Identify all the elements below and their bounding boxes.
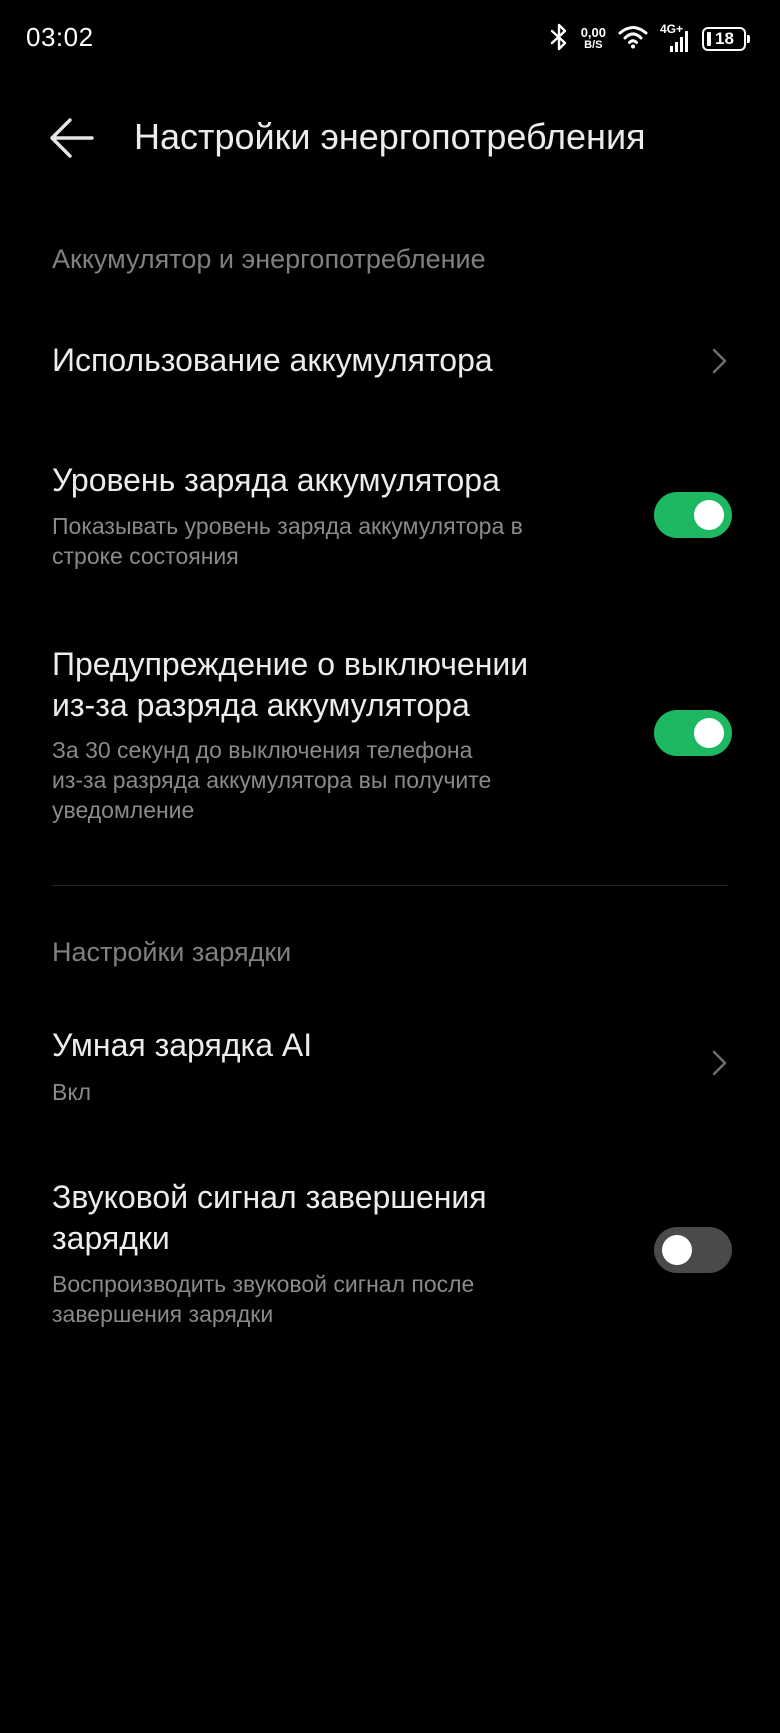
status-bar: 03:02 0,00 B/S 4G+ 18 xyxy=(0,0,780,80)
cellular-signal-icon: 4G+ xyxy=(660,22,690,54)
low-battery-warning-toggle[interactable] xyxy=(654,710,732,756)
charging-complete-sound-toggle[interactable] xyxy=(654,1227,732,1273)
battery-level-subtitle-line2: строке состояния xyxy=(52,543,239,569)
toggle-knob xyxy=(694,718,724,748)
toggle-knob xyxy=(694,500,724,530)
low-battery-warning-subtitle-line1: За 30 секунд до выключения телефона xyxy=(52,737,473,763)
network-speed-unit: B/S xyxy=(584,39,603,51)
network-speed-value: 0,00 xyxy=(580,25,606,40)
network-speed: 0,00 B/S xyxy=(581,26,606,52)
wifi-icon xyxy=(618,25,648,54)
smart-charging-title: Умная зарядка AI xyxy=(52,1027,313,1063)
section-header-charging: Настройки зарядки xyxy=(52,937,292,967)
section-divider xyxy=(52,885,728,886)
status-time: 03:02 xyxy=(26,22,94,52)
charging-complete-sound-subtitle-line2: завершения зарядки xyxy=(52,1301,274,1327)
battery-icon: 18 xyxy=(702,27,750,51)
battery-usage-item[interactable]: Использование аккумулятора xyxy=(0,322,780,402)
toggle-knob xyxy=(662,1235,692,1265)
battery-level-item[interactable]: Уровень заряда аккумулятора Показывать у… xyxy=(0,455,780,575)
low-battery-warning-title-line1: Предупреждение о выключении xyxy=(52,646,529,682)
chevron-right-icon xyxy=(708,1048,730,1078)
status-icons: 0,00 B/S 4G+ 18 xyxy=(549,22,750,56)
page-title: Настройки энергопотребления xyxy=(134,116,646,157)
back-button[interactable] xyxy=(44,112,100,168)
charging-complete-sound-subtitle-line1: Воспроизводить звуковой сигнал после xyxy=(52,1271,475,1297)
battery-level-subtitle-line1: Показывать уровень заряда аккумулятора в xyxy=(52,513,523,539)
low-battery-warning-title-line2: из-за разряда аккумулятора xyxy=(52,687,470,723)
battery-level-toggle[interactable] xyxy=(654,492,732,538)
charging-complete-sound-title-line2: зарядки xyxy=(52,1220,170,1256)
charging-complete-sound-item[interactable]: Звуковой сигнал завершения зарядки Воспр… xyxy=(0,1175,780,1335)
smart-charging-value: Вкл xyxy=(52,1079,92,1105)
low-battery-warning-subtitle-line2: из-за разряда аккумулятора вы получите xyxy=(52,767,492,793)
smart-charging-item[interactable]: Умная зарядка AI Вкл xyxy=(0,1020,780,1125)
low-battery-warning-item[interactable]: Предупреждение о выключении из-за разряд… xyxy=(0,642,780,832)
battery-level: 18 xyxy=(715,29,734,48)
bluetooth-icon xyxy=(549,23,569,56)
chevron-right-icon xyxy=(708,346,730,376)
low-battery-warning-subtitle-line3: уведомление xyxy=(52,797,195,823)
battery-level-title: Уровень заряда аккумулятора xyxy=(52,462,500,498)
arrow-left-icon xyxy=(48,117,96,163)
section-header-battery: Аккумулятор и энергопотребление xyxy=(52,244,486,274)
battery-usage-title: Использование аккумулятора xyxy=(52,342,493,378)
charging-complete-sound-title-line1: Звуковой сигнал завершения xyxy=(52,1179,487,1215)
